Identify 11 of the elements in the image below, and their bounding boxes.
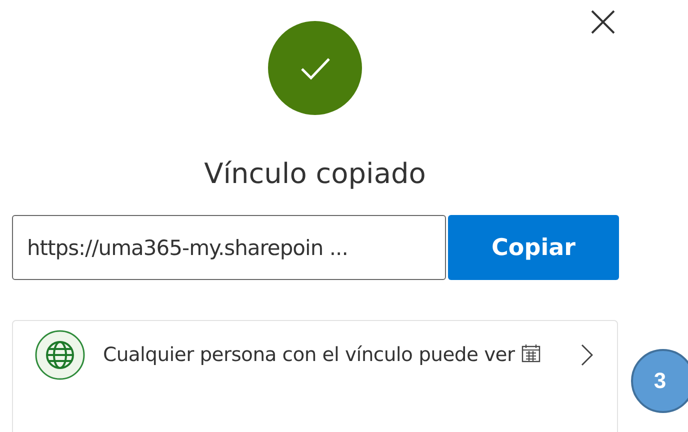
permission-text: Cualquier persona con el vínculo puede ver [103, 343, 515, 366]
success-check-icon [268, 21, 362, 115]
step-number-badge: 3 [631, 349, 688, 413]
chevron-right-icon [581, 344, 593, 366]
close-icon[interactable] [590, 9, 616, 35]
copy-button[interactable]: Copiar [448, 215, 619, 280]
permission-card[interactable]: Cualquier persona con el vínculo puede ver [12, 320, 618, 432]
globe-icon [35, 330, 85, 380]
link-field[interactable]: https://uma365-my.sharepoin ... [12, 215, 446, 280]
calendar-icon [520, 343, 541, 364]
dialog-title: Vínculo copiado [203, 157, 427, 190]
